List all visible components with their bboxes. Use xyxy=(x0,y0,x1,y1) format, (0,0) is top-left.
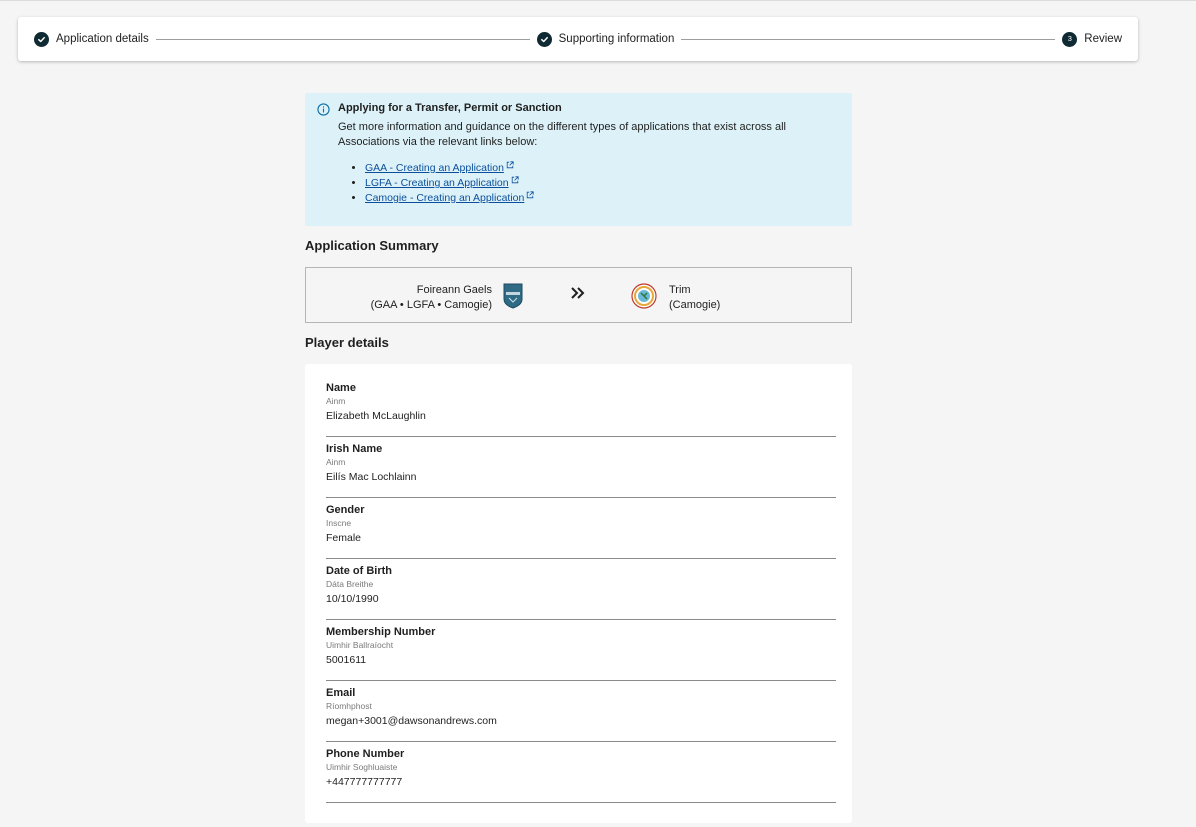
application-summary-heading: Application Summary xyxy=(305,238,439,253)
field-label: Email xyxy=(326,687,356,699)
info-links-list: GAA - Creating an Application LGFA - Cre… xyxy=(365,161,808,206)
field-label: Name xyxy=(326,382,356,394)
field-value: Female xyxy=(326,532,362,544)
camogie-guide-link[interactable]: Camogie - Creating an Application xyxy=(365,192,524,204)
field-label: Phone Number xyxy=(326,748,405,760)
step-review[interactable]: 3 Review xyxy=(1062,31,1123,47)
field-value: Eilís Mac Lochlainn xyxy=(326,471,417,483)
step-number-badge: 3 xyxy=(1062,31,1078,47)
field-value: Elizabeth McLaughlin xyxy=(326,410,426,422)
foireann-gaels-crest-icon xyxy=(503,283,523,309)
double-chevron-right-icon xyxy=(571,287,585,299)
gaa-guide-link[interactable]: GAA - Creating an Application xyxy=(365,162,504,174)
field-value: 5001611 xyxy=(326,654,367,666)
field-name: Name Ainm Elizabeth McLaughlin xyxy=(326,376,836,437)
field-irish-label: Uimhir Ballraíocht xyxy=(326,640,394,650)
field-irish-label: Inscne xyxy=(326,518,352,528)
field-irish-label: Ainm xyxy=(326,457,346,467)
player-details-heading: Player details xyxy=(305,335,389,350)
progress-stepper: Application details Supporting informati… xyxy=(18,17,1138,61)
field-label: Gender xyxy=(326,504,365,516)
list-item: GAA - Creating an Application xyxy=(365,161,808,176)
check-circle-icon xyxy=(536,31,552,47)
field-value: 10/10/1990 xyxy=(326,593,379,605)
field-email: Email Ríomhphost megan+3001@dawsonandrew… xyxy=(326,681,836,742)
field-irish-label: Ríomhphost xyxy=(326,701,372,711)
info-text: Get more information and guidance on the… xyxy=(338,121,786,148)
info-title: Applying for a Transfer, Permit or Sanct… xyxy=(338,102,562,114)
field-date-of-birth: Date of Birth Dáta Breithe 10/10/1990 xyxy=(326,559,836,620)
lgfa-guide-link[interactable]: LGFA - Creating an Application xyxy=(365,177,509,189)
field-value: +447777777777 xyxy=(326,776,403,788)
external-link-icon xyxy=(511,176,519,184)
player-details-card: Name Ainm Elizabeth McLaughlin Irish Nam… xyxy=(305,364,852,823)
to-club-associations: (Camogie) xyxy=(669,299,721,311)
review-content: Applying for a Transfer, Permit or Sanct… xyxy=(305,93,852,823)
step-connector xyxy=(155,38,530,40)
trim-crest-icon xyxy=(631,283,657,309)
step-connector xyxy=(681,38,1056,40)
field-label: Date of Birth xyxy=(326,565,392,577)
list-item: Camogie - Creating an Application xyxy=(365,191,808,206)
field-membership-number: Membership Number Uimhir Ballraíocht 500… xyxy=(326,620,836,681)
to-club-name: Trim xyxy=(669,284,691,296)
check-circle-icon xyxy=(34,31,49,47)
field-irish-label: Uimhir Soghluaiste xyxy=(326,762,398,772)
to-club: Trim (Camogie) xyxy=(669,283,720,313)
top-divider xyxy=(0,0,1196,1)
info-body: Applying for a Transfer, Permit or Sanct… xyxy=(338,102,808,208)
external-link-icon xyxy=(527,191,534,199)
field-irish-label: Dáta Breithe xyxy=(326,579,374,589)
info-icon xyxy=(317,103,330,116)
field-gender: Gender Inscne Female xyxy=(326,498,836,559)
field-irish-label: Ainm xyxy=(326,396,346,406)
step-label: Supporting information xyxy=(558,33,675,45)
info-banner: Applying for a Transfer, Permit or Sanct… xyxy=(305,93,852,226)
list-item: LGFA - Creating an Application xyxy=(365,176,808,191)
from-club-associations: (GAA • LGFA • Camogie) xyxy=(370,299,492,311)
external-link-icon xyxy=(506,161,514,169)
from-club-name: Foireann Gaels xyxy=(416,284,492,296)
step-label: Application details xyxy=(56,33,149,45)
from-club: Foireann Gaels (GAA • LGFA • Camogie) xyxy=(371,283,492,313)
step-application-details[interactable]: Application details xyxy=(34,31,149,47)
field-value: megan+3001@dawsonandrews.com xyxy=(326,715,497,727)
application-summary-card: Foireann Gaels (GAA • LGFA • Camogie) Tr… xyxy=(305,267,852,323)
step-number: 3 xyxy=(1067,34,1072,44)
field-phone-number: Phone Number Uimhir Soghluaiste +4477777… xyxy=(326,742,836,803)
field-label: Membership Number xyxy=(326,626,436,638)
step-label: Review xyxy=(1084,33,1123,45)
field-irish-name: Irish Name Ainm Eilís Mac Lochlainn xyxy=(326,437,836,498)
field-label: Irish Name xyxy=(326,443,383,455)
step-supporting-information[interactable]: Supporting information xyxy=(536,31,675,47)
